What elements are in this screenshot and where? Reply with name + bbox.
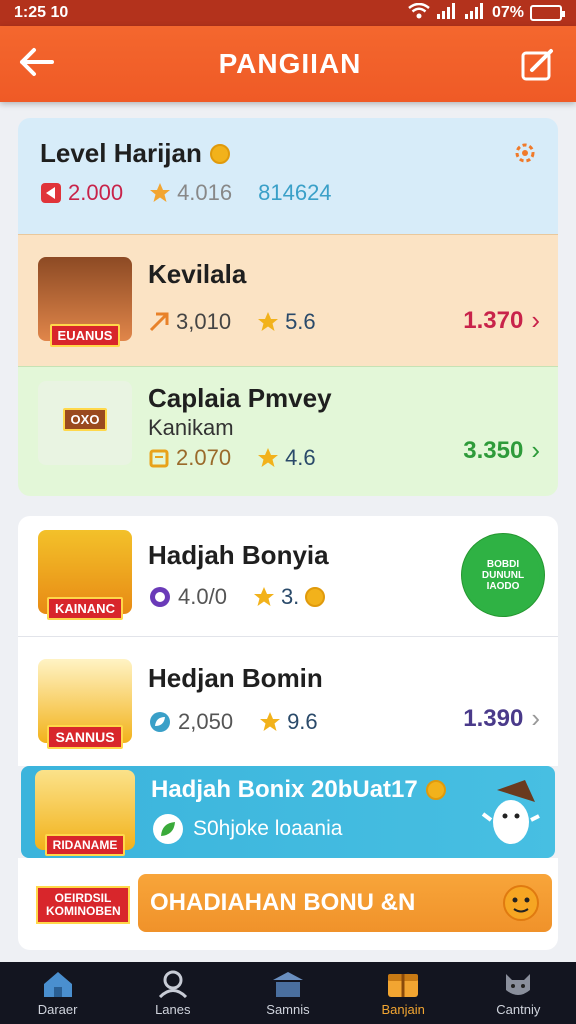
promo-thumbnail: RIDANAME: [35, 770, 135, 856]
leaf-icon: [153, 814, 183, 844]
nav-item-gifts[interactable]: Banjain: [353, 970, 453, 1017]
star-icon: [258, 448, 279, 467]
chevron-right-icon: ›: [531, 435, 540, 465]
list-item[interactable]: OXO Caplaia Pmvey Kanikam 2.070 4.6 3.35…: [18, 366, 558, 496]
signal-icon: [436, 2, 458, 24]
item-stat-1: 2.070: [148, 445, 231, 471]
status-icons: 07%: [408, 2, 565, 24]
app-bar: PANGIIAN: [0, 26, 576, 102]
nav-item-shop[interactable]: Samnis: [238, 970, 338, 1017]
leaf-icon: [150, 712, 170, 732]
item-name: Hadjah Bonyia: [148, 540, 329, 570]
gift-icon: [388, 973, 419, 997]
item-stat-1: 2,050: [148, 709, 233, 735]
coin-icon: [209, 143, 230, 164]
cat-icon: [506, 973, 531, 995]
bonus-badge: BOBDI DUNUNL IAODO: [466, 538, 540, 612]
item-thumbnail: SANNUS: [38, 659, 132, 749]
level-stat-2: 4.016: [149, 180, 232, 206]
home-icon: [43, 971, 72, 997]
item-thumbnail: EUANUS: [38, 257, 132, 347]
arrow-icon: [149, 312, 169, 332]
item-stat-2: 4.6: [257, 445, 316, 471]
item-stat-1: 3,010: [148, 309, 231, 335]
battery-percent: 07%: [491, 4, 524, 21]
coin-icon: [305, 587, 326, 607]
item-name: Caplaia Pmvey: [148, 383, 332, 413]
level-title: Level Harijan: [40, 138, 202, 168]
promo-title: Hadjah Bonix 20bUat17: [151, 776, 418, 803]
footer-ribbon: OEIRDSIL KOMINOBEN: [36, 886, 130, 924]
item-stat-2: 5.6: [257, 309, 316, 335]
item-subtitle: Kanikam: [148, 415, 234, 440]
status-time: 1:25 10: [14, 4, 69, 21]
level-stat-3: 814624: [258, 180, 332, 205]
edit-icon[interactable]: [518, 44, 558, 84]
item-value: 3.350 ›: [463, 435, 540, 465]
chevron-right-icon: ›: [531, 305, 540, 335]
list-item[interactable]: SANNUS Hedjan Bomin 2,050 9.6 1.390 ›: [18, 636, 558, 766]
status-bar: 1:25 10 07%: [0, 0, 576, 26]
settings-icon[interactable]: [514, 142, 536, 169]
level-stat-1: 2.000: [40, 180, 123, 206]
list-item[interactable]: EUANUS Kevilala 3,010 5.6 1.370 ›: [18, 234, 558, 366]
nav-item-profile[interactable]: Lanes: [123, 970, 223, 1017]
item-stat-2: 3.: [253, 584, 326, 610]
claim-bonus-button[interactable]: OHADIAHAN BONU &N: [138, 874, 552, 932]
item-thumbnail: KAINANC: [38, 530, 132, 620]
star-icon: [260, 712, 281, 731]
star-icon: [150, 183, 171, 202]
item-stat-2: 9.6: [259, 709, 318, 735]
flag-icon: [41, 183, 61, 203]
star-icon: [253, 587, 274, 606]
page-title: PANGIIAN: [218, 48, 362, 79]
item-value: 1.390 ›: [463, 703, 540, 733]
chevron-right-icon: ›: [531, 703, 540, 733]
promo-subtitle: S0hjoke loaania: [193, 817, 343, 840]
star-icon: [258, 312, 279, 331]
item-name: Hedjan Bomin: [148, 663, 323, 693]
bonus-footer-card: OEIRDSIL KOMINOBEN OHADIAHAN BONU &N: [18, 858, 558, 950]
item-thumbnail: OXO: [38, 381, 132, 465]
box-icon: [149, 449, 169, 468]
bottom-navigation: Daraer Lanes Samnis Banjain Cantniy: [0, 962, 576, 1024]
user-icon: [158, 970, 187, 998]
battery-icon: [530, 5, 565, 21]
sun-mascot-icon: [498, 878, 544, 935]
list-item[interactable]: KAINANC Hadjah Bonyia 4.0/0 3. BOBDI DUN…: [18, 516, 558, 636]
nav-item-community[interactable]: Cantniy: [468, 970, 568, 1017]
item-stat-1: 4.0/0: [148, 584, 227, 610]
wifi-icon: [408, 2, 430, 24]
back-arrow-icon[interactable]: [18, 44, 62, 84]
reward-list: Level Harijan 2.000 4.016 814624 EUANUS …: [18, 118, 558, 950]
promo-banner[interactable]: RIDANAME Hadjah Bonix 20bUat17 S0hjoke l…: [21, 766, 555, 858]
nav-item-home[interactable]: Daraer: [8, 970, 108, 1017]
mascot-icon: [481, 776, 541, 855]
coin-icon: [425, 780, 446, 800]
circle-icon: [150, 587, 170, 607]
level-card[interactable]: Level Harijan 2.000 4.016 814624: [18, 118, 558, 234]
item-name: Kevilala: [148, 259, 247, 289]
shop-icon: [272, 971, 303, 997]
item-value: 1.370 ›: [463, 305, 540, 335]
signal-icon-2: [464, 2, 486, 24]
